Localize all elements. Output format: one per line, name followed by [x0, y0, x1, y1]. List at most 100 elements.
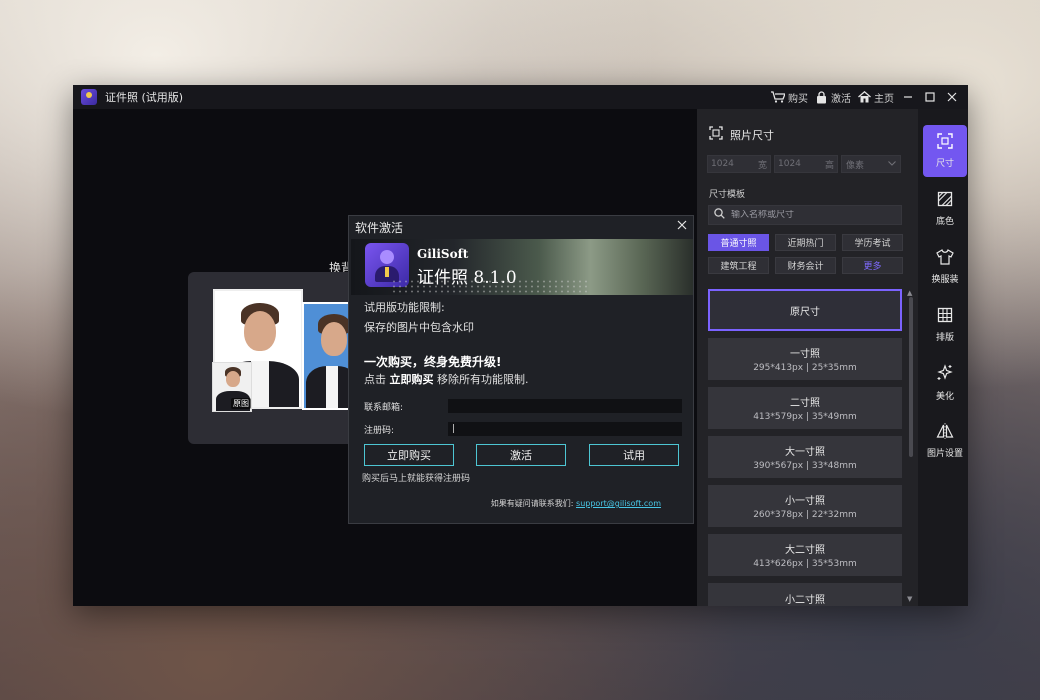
brand-name: GiliSoft [417, 247, 469, 261]
scrollbar-thumb[interactable] [909, 297, 913, 457]
sparkle-icon [936, 364, 954, 385]
height-unit: 高 [824, 160, 834, 171]
size-name: 小二寸照 [785, 595, 825, 606]
app-logo-icon [81, 89, 97, 105]
dialog-header: 软件激活 [349, 216, 693, 238]
size-card-original[interactable]: 原尺寸 [708, 289, 902, 331]
size-spec: 295*413px | 25*35mm [753, 363, 857, 373]
flip-icon [936, 423, 954, 442]
size-card-1-inch[interactable]: 一寸照 295*413px | 25*35mm [708, 338, 902, 380]
promo-buy-now: 立即购买 [389, 373, 434, 386]
preview-area[interactable]: 换背 原图 软件激活 GiliSoft 证件照 8.1.0 试用版功能限制: 保… [73, 109, 697, 606]
promo-suffix: 移除所有功能限制. [437, 373, 529, 386]
scroll-up-icon[interactable]: ▲ [907, 289, 912, 297]
scroll-down-icon[interactable]: ▼ [907, 595, 912, 603]
size-card-large-2-inch[interactable]: 大二寸照 413*626px | 35*53mm [708, 534, 902, 576]
trial-limit-item: 保存的图片中包含水印 [364, 321, 474, 334]
support-email-link[interactable]: support@gilisoft.com [576, 499, 661, 508]
promo-line-1: 一次购买，终身免费升级! [364, 355, 502, 369]
size-settings-panel: 照片尺寸 1024 宽 1024 高 像素 尺寸模板 输入名称或尺寸 普通寸照 … [697, 109, 918, 606]
buy-label: 购买 [788, 93, 808, 105]
promo-prefix: 点击 [364, 373, 386, 386]
tool-beautify[interactable]: 美化 [923, 357, 967, 409]
size-template-list: 原尺寸 一寸照 295*413px | 25*35mm 二寸照 413*579p… [708, 289, 902, 606]
chip-education-exam[interactable]: 学历考试 [842, 234, 903, 251]
promo-line-2: 点击 立即购买 移除所有功能限制. [364, 371, 684, 389]
close-icon[interactable] [944, 89, 960, 105]
tool-image-settings[interactable]: 图片设置 [923, 415, 967, 467]
crop-frame-icon [937, 133, 953, 152]
search-input[interactable] [731, 210, 891, 220]
home-icon [857, 90, 871, 104]
tool-label: 底色 [935, 217, 954, 227]
shirt-icon [936, 249, 954, 268]
template-search[interactable] [708, 205, 902, 225]
activation-dialog: 软件激活 GiliSoft 证件照 8.1.0 试用版功能限制: 保存的图片中包… [348, 215, 694, 524]
template-label: 尺寸模板 [709, 190, 746, 200]
lock-icon [814, 90, 828, 104]
home-button[interactable]: 主页 [857, 90, 894, 105]
code-row: 注册码: [364, 422, 682, 436]
trial-button[interactable]: 试用 [589, 444, 679, 466]
width-input[interactable]: 1024 宽 [707, 155, 771, 173]
size-name: 大一寸照 [785, 447, 825, 458]
height-input[interactable]: 1024 高 [774, 155, 838, 173]
registration-code-field[interactable] [448, 422, 682, 436]
panel-title-text: 照片尺寸 [730, 128, 774, 142]
size-card-large-1-inch[interactable]: 大一寸照 390*567px | 33*48mm [708, 436, 902, 478]
email-row: 联系邮箱: [364, 399, 682, 413]
size-spec: 413*626px | 35*53mm [753, 559, 857, 569]
buy-button[interactable]: 购买 [771, 90, 808, 105]
maximize-icon[interactable] [922, 89, 938, 105]
chip-more[interactable]: 更多 [842, 257, 903, 274]
size-name: 二寸照 [790, 398, 820, 409]
tool-label: 排版 [935, 333, 954, 343]
window-title: 证件照 (试用版) [105, 91, 184, 104]
size-name: 一寸照 [790, 349, 820, 360]
tool-background-color[interactable]: 底色 [923, 183, 967, 235]
contact-line: 如果有疑问请联系我们: support@gilisoft.com [491, 498, 661, 509]
tool-sidebar: 尺寸 底色 换服装 排版 美化 图片设置 [918, 109, 968, 606]
tool-change-clothes[interactable]: 换服装 [923, 241, 967, 293]
contact-prefix: 如果有疑问请联系我们: [490, 499, 574, 508]
home-label: 主页 [874, 93, 894, 105]
tool-layout[interactable]: 排版 [923, 299, 967, 351]
email-field[interactable] [448, 399, 682, 413]
dialog-body: 试用版功能限制: 保存的图片中包含水印 一次购买，终身免费升级! 点击 立即购买… [364, 299, 684, 389]
original-tag: 原图 [231, 398, 251, 409]
size-card-2-inch[interactable]: 二寸照 413*579px | 35*49mm [708, 387, 902, 429]
size-name: 原尺寸 [790, 306, 820, 318]
unit-select[interactable]: 像素 [841, 155, 901, 173]
tool-size[interactable]: 尺寸 [923, 125, 967, 177]
app-window: 证件照 (试用版) 购买 激活 主页 换背 原图 软件激活 GiliSoft 证… [73, 85, 968, 606]
title-bar: 证件照 (试用版) 购买 激活 主页 [73, 85, 968, 109]
size-spec: 260*378px | 22*32mm [753, 510, 857, 520]
tool-label: 图片设置 [926, 449, 963, 459]
tool-label: 换服装 [931, 275, 959, 285]
minimize-icon[interactable] [900, 89, 916, 105]
chip-recent-popular[interactable]: 近期热门 [775, 234, 836, 251]
template-category-chips: 普通寸照 近期热门 学历考试 建筑工程 财务会计 更多 [708, 234, 904, 274]
size-card-small-1-inch[interactable]: 小一寸照 260*378px | 22*32mm [708, 485, 902, 527]
chip-finance-accounting[interactable]: 财务会计 [775, 257, 836, 274]
tool-label: 尺寸 [935, 159, 954, 169]
activate-dialog-button[interactable]: 激活 [476, 444, 566, 466]
email-label: 联系邮箱: [364, 402, 404, 413]
chip-construction[interactable]: 建筑工程 [708, 257, 769, 274]
size-name: 小一寸照 [785, 496, 825, 507]
code-label: 注册码: [364, 425, 395, 436]
search-icon [714, 208, 725, 222]
dialog-banner: GiliSoft 证件照 8.1.0 [351, 239, 693, 295]
registration-note: 购买后马上就能获得注册码 [362, 474, 471, 484]
buy-now-button[interactable]: 立即购买 [364, 444, 454, 466]
chip-common-size[interactable]: 普通寸照 [708, 234, 769, 251]
size-card-small-2-inch[interactable]: 小二寸照 [708, 583, 902, 606]
size-name: 大二寸照 [785, 545, 825, 556]
background-color-icon [937, 191, 953, 210]
activate-button[interactable]: 激活 [814, 90, 851, 105]
sample-photo-card[interactable]: 原图 [188, 272, 368, 444]
dialog-close-icon[interactable] [677, 218, 687, 234]
unit-select-value: 像素 [846, 160, 865, 171]
activate-label: 激活 [831, 93, 851, 105]
height-value: 1024 [778, 159, 801, 169]
